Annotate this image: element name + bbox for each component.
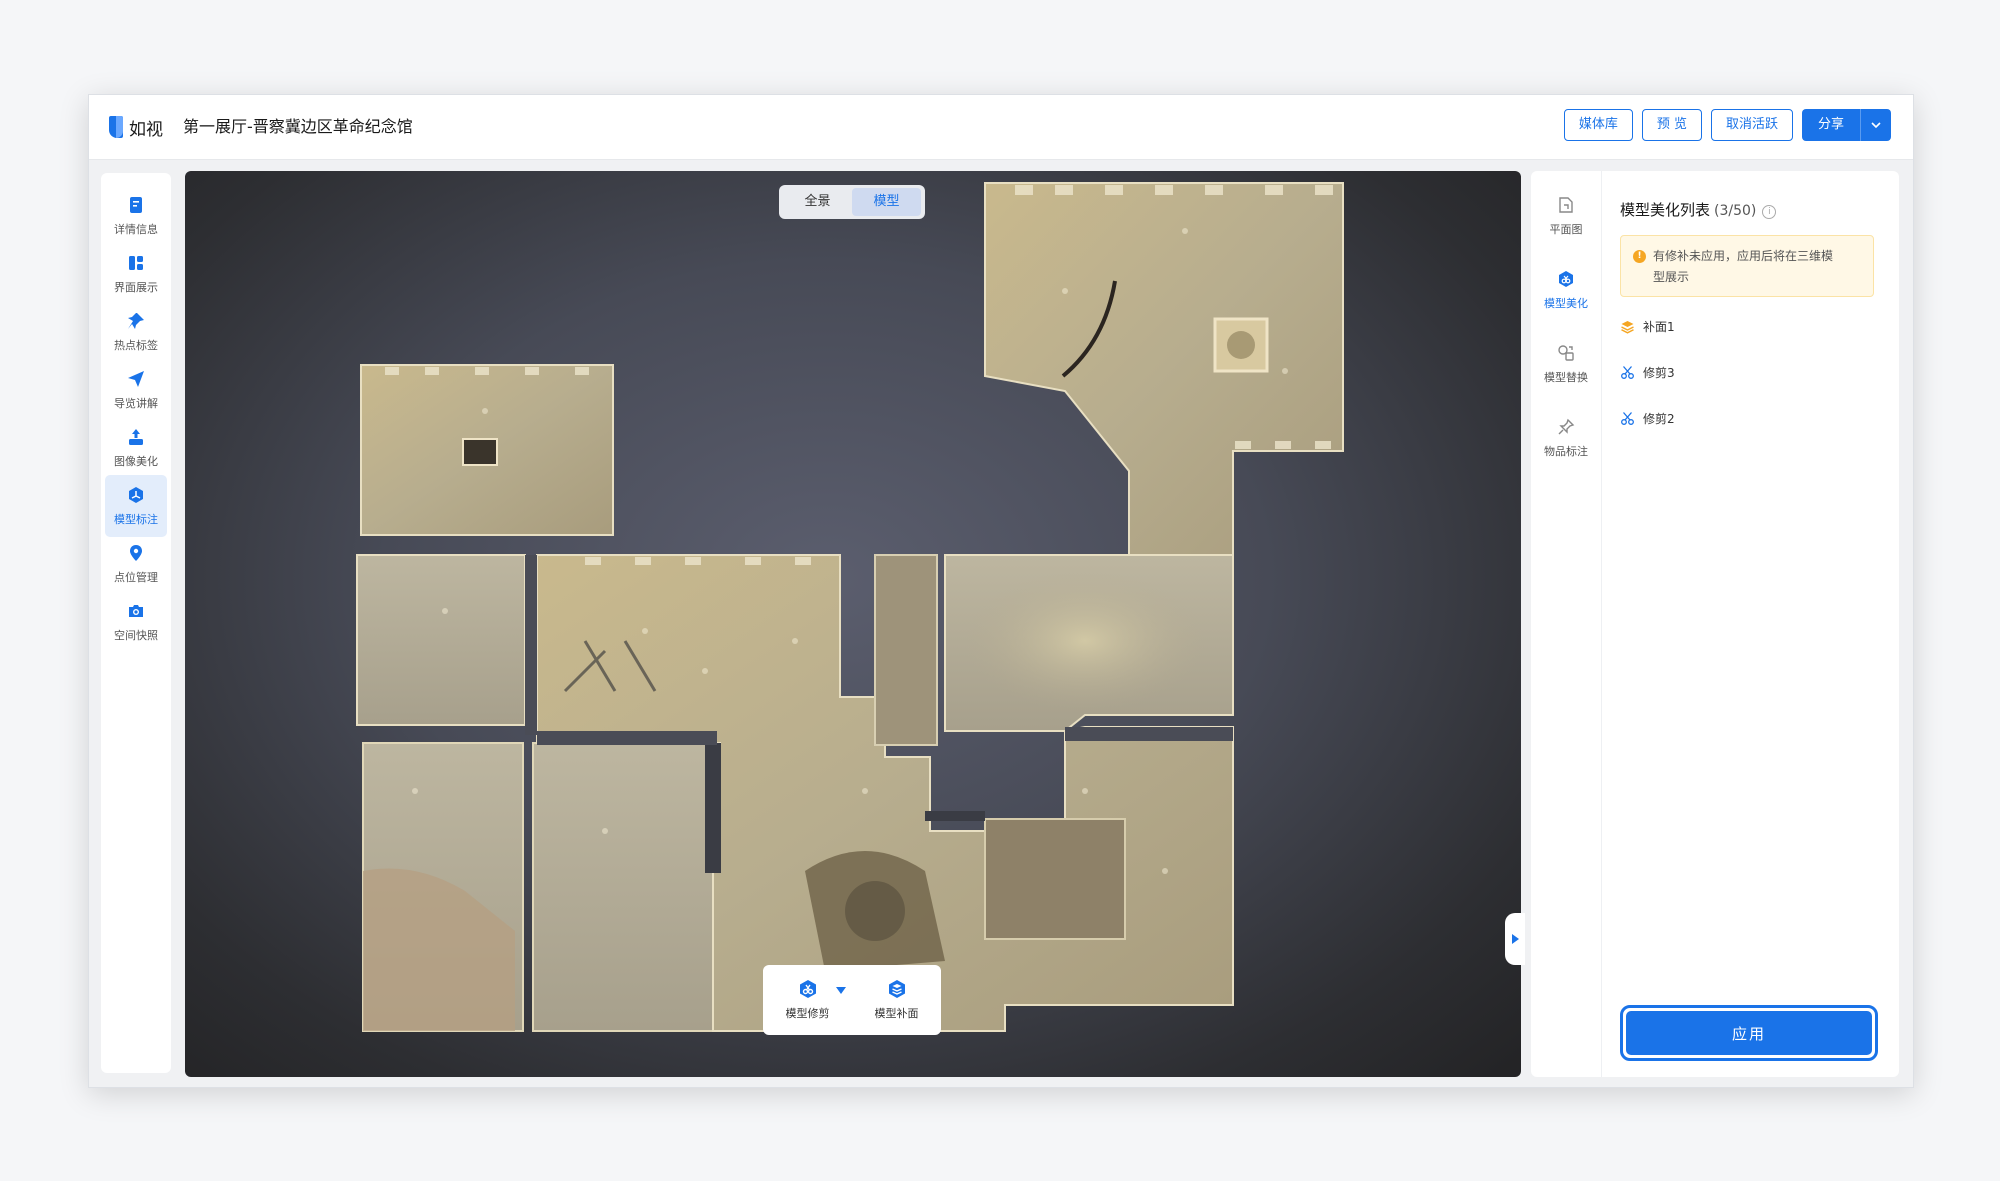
sidebar-item-label: 模型标注 [114,512,158,526]
rail-item-label: 物品标注 [1544,444,1588,458]
replace-icon [1558,344,1574,361]
document-icon [130,196,142,213]
rail-item-floorplan[interactable]: 平面图 [1535,185,1597,247]
camera-icon [129,604,143,617]
warning-text-line2: 型展示 [1653,270,1690,284]
rail-item-label: 平面图 [1549,222,1583,236]
list-item-label: 修剪3 [1643,365,1675,380]
floorplan-icon [1559,196,1573,213]
rail-item-label: 模型美化 [1544,296,1588,310]
panel-count: (3/50) [1714,203,1757,219]
share-button[interactable]: 分享 [1801,109,1860,141]
layout-icon [129,255,143,270]
media-library-button[interactable]: 媒体库 [1563,109,1633,141]
beautify-icon [1559,270,1573,287]
top-actions: 媒体库 预 览 取消活跃 分享 [1563,109,1891,141]
deactivate-button[interactable]: 取消活跃 [1710,109,1793,141]
pushpin-icon [1558,418,1575,434]
sidebar-item-guide[interactable]: 导览讲解 [105,359,167,421]
send-icon [128,370,144,387]
sidebar-item-snapshot[interactable]: 空间快照 [105,591,167,653]
trim-dropdown-icon[interactable] [835,987,846,994]
rail-item-replace[interactable]: 模型替换 [1535,333,1597,395]
model-cube-icon [129,486,143,503]
location-icon [130,544,142,561]
chevron-down-icon [1871,122,1881,129]
list-item-label: 补面1 [1643,319,1675,334]
list-item-patch1[interactable]: 补面1 [1620,315,1675,337]
layers-cube-icon [888,980,905,998]
model-tool-panel: 模型修剪 模型补面 [763,965,941,1035]
scissors-icon [1621,365,1634,379]
beautify-list-panel: 模型美化列表 (3/50) i ! 有修补未应用，应用后将在三维模 型展示 补面1 … [1602,171,1899,1077]
share-dropdown-button[interactable] [1860,109,1891,141]
tab-panorama[interactable]: 全景 [783,188,852,216]
preview-button[interactable]: 预 览 [1641,109,1702,141]
tab-model[interactable]: 模型 [852,188,921,216]
rail-item-object-annotate[interactable]: 物品标注 [1535,407,1597,469]
info-icon[interactable]: i [1762,205,1777,219]
scissors-icon [1621,411,1634,425]
warning-icon: ! [1633,250,1646,263]
sidebar-item-details[interactable]: 详情信息 [105,185,167,247]
panel-title-text: 模型美化列表 [1620,201,1711,219]
sidebar-item-label: 详情信息 [114,222,158,236]
sidebar-item-label: 图像美化 [114,454,158,468]
sidebar-item-layout[interactable]: 界面展示 [105,243,167,305]
apply-button-focus-ring: 应用 [1620,1005,1878,1061]
list-item-trim2[interactable]: 修剪2 [1620,407,1675,429]
sidebar-item-model-annotate[interactable]: 模型标注 [105,475,167,537]
layers-icon [1621,320,1634,334]
share-split-button: 分享 [1801,109,1891,141]
pin-icon [128,312,144,329]
page-title: 第一展厅-晋察冀边区革命纪念馆 [183,117,413,136]
caret-right-icon [1511,934,1519,944]
rail-item-label: 模型替换 [1544,370,1588,384]
list-item-label: 修剪2 [1643,411,1675,426]
apply-button[interactable]: 应用 [1626,1011,1872,1055]
sidebar-item-points[interactable]: 点位管理 [105,533,167,595]
collapse-panel-button[interactable] [1505,913,1525,965]
logo-text: 如视 [129,119,163,140]
model-viewer[interactable]: 全景 模型 模型修剪 模型补面 [185,171,1521,1077]
model-trim-label: 模型修剪 [785,1007,830,1020]
image-upload-icon [129,428,143,445]
view-mode-toggle: 全景 模型 [779,185,925,219]
sidebar-item-label: 导览讲解 [114,396,158,410]
sidebar-item-label: 界面展示 [114,280,158,294]
rail-item-beautify[interactable]: 模型美化 [1535,259,1597,321]
warning-text-line1: 有修补未应用，应用后将在三维模 [1653,249,1834,263]
sidebar-item-label: 空间快照 [114,628,158,642]
sidebar-item-label: 点位管理 [114,570,158,584]
logo[interactable]: 如视 [109,115,163,140]
panel-title: 模型美化列表 (3/50) i [1620,199,1777,220]
model-patch-tool[interactable]: 模型补面 [875,979,919,1021]
floor-model-render[interactable] [185,171,1521,1077]
logo-icon [109,116,123,138]
sidebar-item-image-beautify[interactable]: 图像美化 [105,417,167,479]
left-sidebar: 详情信息 界面展示 热点标签 导览讲解 图像美化 模型标注 点位管理 空间快照 [101,173,171,1073]
sidebar-item-hotspot[interactable]: 热点标签 [105,301,167,363]
top-bar: 如视 第一展厅-晋察冀边区革命纪念馆 媒体库 预 览 取消活跃 分享 [89,95,1913,160]
scissors-cube-icon [799,980,816,998]
list-item-trim3[interactable]: 修剪3 [1620,361,1675,383]
unapplied-warning: ! 有修补未应用，应用后将在三维模 型展示 [1620,235,1874,297]
right-tool-rail: 平面图 模型美化 模型替换 物品标注 [1531,171,1602,1077]
model-trim-tool[interactable]: 模型修剪 [785,979,846,1021]
sidebar-item-label: 热点标签 [114,338,158,352]
model-patch-label: 模型补面 [874,1007,919,1020]
app-window: 如视 第一展厅-晋察冀边区革命纪念馆 媒体库 预 览 取消活跃 分享 详情信息 … [88,94,1914,1088]
